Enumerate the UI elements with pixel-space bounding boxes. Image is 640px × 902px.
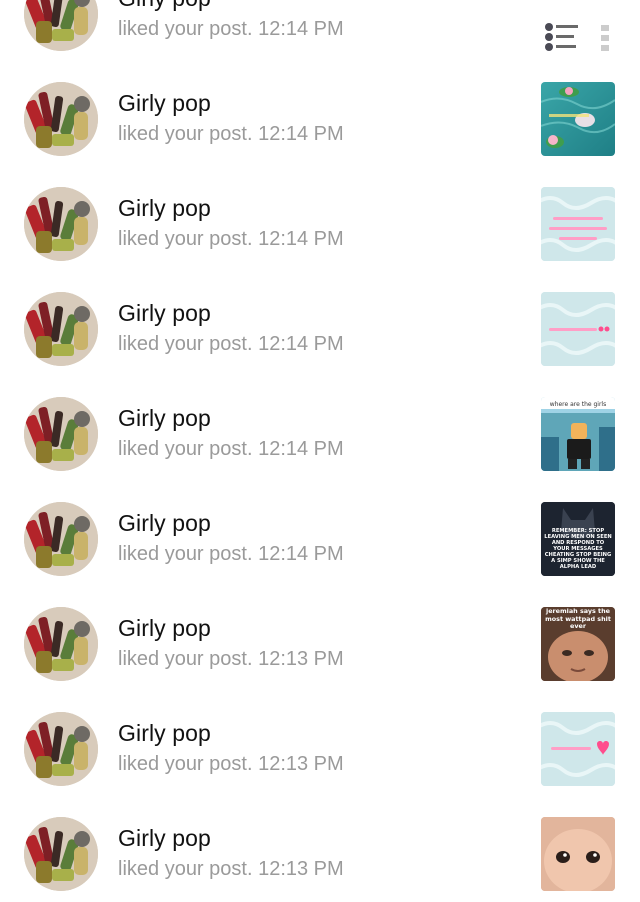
user-avatar[interactable] — [24, 82, 98, 156]
user-avatar[interactable] — [24, 817, 98, 891]
timestamp: 12:13 PM — [258, 858, 344, 880]
notification-text: liked your post. 12:13 PM — [118, 753, 344, 776]
action-text: liked your post. — [118, 18, 253, 40]
post-thumbnail[interactable] — [541, 817, 615, 891]
username[interactable]: Girly pop — [118, 720, 211, 747]
notification-text: liked your post. 12:14 PM — [118, 333, 344, 356]
username[interactable]: Girly pop — [118, 510, 211, 537]
timestamp: 12:14 PM — [258, 333, 344, 355]
post-thumbnail[interactable] — [541, 0, 615, 51]
user-avatar[interactable] — [24, 502, 98, 576]
timestamp: 12:13 PM — [258, 648, 344, 670]
post-thumbnail[interactable] — [541, 712, 615, 786]
notification-text: liked your post. 12:14 PM — [118, 438, 344, 461]
action-text: liked your post. — [118, 228, 253, 250]
post-thumbnail[interactable]: jeremiah says the most wattpad shit ever — [541, 607, 615, 681]
username[interactable]: Girly pop — [118, 195, 211, 222]
username[interactable]: Girly pop — [118, 405, 211, 432]
timestamp: 12:14 PM — [258, 18, 344, 40]
post-thumbnail[interactable] — [541, 187, 615, 261]
notification-row[interactable]: Girly pop liked your post. 12:14 PM — [0, 272, 640, 377]
username[interactable]: Girly pop — [118, 0, 211, 12]
thumbnail-caption: REMEMBER: STOP LEAVING MEN ON SEEN AND R… — [544, 528, 612, 570]
action-text: liked your post. — [118, 858, 253, 880]
notification-row[interactable]: Girly pop liked your post. 12:14 PM — [0, 62, 640, 167]
user-avatar[interactable] — [24, 187, 98, 261]
user-avatar[interactable] — [24, 712, 98, 786]
notification-row[interactable]: Girly pop liked your post. 12:14 PM — [0, 0, 640, 62]
notification-text: liked your post. 12:14 PM — [118, 228, 344, 251]
action-text: liked your post. — [118, 333, 253, 355]
post-thumbnail[interactable] — [541, 82, 615, 156]
notification-row[interactable]: Girly pop liked your post. 12:14 PM — [0, 167, 640, 272]
notification-row[interactable]: Girly pop liked your post. 12:14 PM REME… — [0, 482, 640, 587]
notification-text: liked your post. 12:14 PM — [118, 123, 344, 146]
notification-text: liked your post. 12:13 PM — [118, 648, 344, 671]
action-text: liked your post. — [118, 438, 253, 460]
notification-text: liked your post. 12:14 PM — [118, 543, 344, 566]
timestamp: 12:14 PM — [258, 438, 344, 460]
action-text: liked your post. — [118, 123, 253, 145]
post-thumbnail[interactable] — [541, 292, 615, 366]
username[interactable]: Girly pop — [118, 615, 211, 642]
timestamp: 12:13 PM — [258, 753, 344, 775]
notification-row[interactable]: Girly pop liked your post. 12:13 PM jere… — [0, 587, 640, 692]
user-avatar[interactable] — [24, 397, 98, 471]
notification-row[interactable]: Girly pop liked your post. 12:13 PM — [0, 692, 640, 797]
post-thumbnail[interactable]: where are the girls — [541, 397, 615, 471]
user-avatar[interactable] — [24, 607, 98, 681]
action-text: liked your post. — [118, 753, 253, 775]
notification-list: Girly pop liked your post. 12:14 PM — [0, 0, 640, 902]
timestamp: 12:14 PM — [258, 543, 344, 565]
username[interactable]: Girly pop — [118, 825, 211, 852]
timestamp: 12:14 PM — [258, 123, 344, 145]
timestamp: 12:14 PM — [258, 228, 344, 250]
notification-row[interactable]: Girly pop liked your post. 12:14 PM wher… — [0, 377, 640, 482]
action-text: liked your post. — [118, 648, 253, 670]
notification-row[interactable]: Girly pop liked your post. 12:13 PM — [0, 797, 640, 902]
thumbnail-caption: where are the girls — [550, 401, 606, 408]
notification-text: liked your post. 12:14 PM — [118, 18, 344, 41]
username[interactable]: Girly pop — [118, 300, 211, 327]
thumbnail-caption: jeremiah says the most wattpad shit ever — [545, 608, 611, 630]
post-thumbnail[interactable]: REMEMBER: STOP LEAVING MEN ON SEEN AND R… — [541, 502, 615, 576]
user-avatar[interactable] — [24, 292, 98, 366]
action-text: liked your post. — [118, 543, 253, 565]
notification-text: liked your post. 12:13 PM — [118, 858, 344, 881]
user-avatar[interactable] — [24, 0, 98, 51]
username[interactable]: Girly pop — [118, 90, 211, 117]
